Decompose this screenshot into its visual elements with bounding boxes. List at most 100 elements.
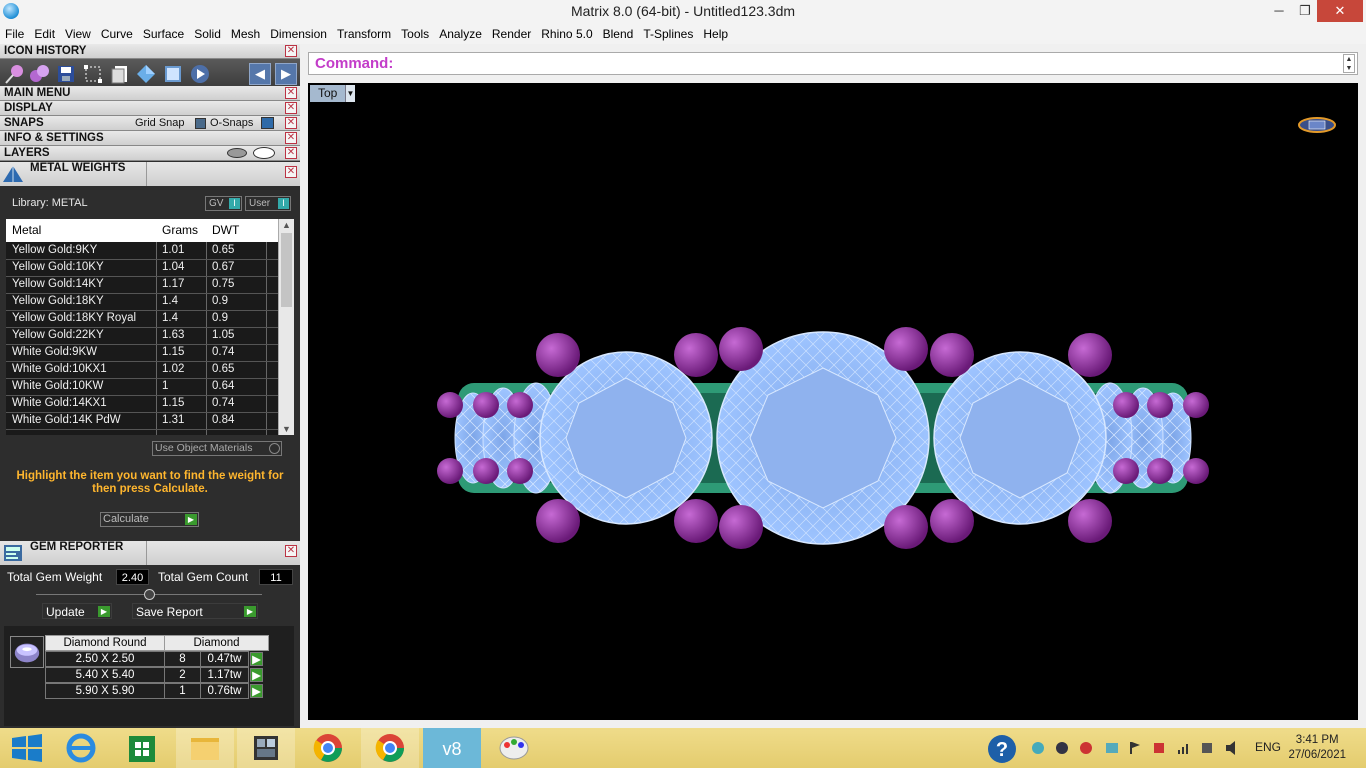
menu-render[interactable]: Render: [487, 24, 536, 44]
menu-tools[interactable]: Tools: [396, 24, 434, 44]
save-icon[interactable]: [55, 63, 77, 85]
table-row[interactable]: Yellow Gold:18KY 1.4 0.9: [6, 294, 278, 311]
store-icon[interactable]: [113, 728, 171, 768]
transform-tool-icon[interactable]: [82, 63, 104, 85]
back-arrow-icon[interactable]: ◀: [249, 63, 271, 85]
matrix-app-icon[interactable]: [237, 728, 295, 768]
display-header[interactable]: DISPLAY ✕: [0, 101, 300, 116]
splitter-handle[interactable]: [144, 589, 155, 600]
close-icon[interactable]: ✕: [285, 147, 297, 159]
table-row[interactable]: Yellow Gold:14KY 1.17 0.75: [6, 277, 278, 294]
icon-history-header[interactable]: ICON HISTORY ✕: [0, 44, 300, 59]
gem-size[interactable]: 5.40 X 5.40: [45, 667, 165, 683]
menu-view[interactable]: View: [60, 24, 96, 44]
scroll-down-icon[interactable]: ▼: [281, 424, 292, 434]
menu-help[interactable]: Help: [698, 24, 733, 44]
chevron-down-icon[interactable]: ▼: [345, 85, 355, 102]
menu-mesh[interactable]: Mesh: [226, 24, 265, 44]
table-row[interactable]: White Gold:9KW 1.15 0.74: [6, 345, 278, 362]
save-report-button[interactable]: Save Report ▶: [132, 603, 258, 619]
system-tray-icons[interactable]: [1030, 740, 1240, 756]
scroll-up-icon[interactable]: ▲: [281, 220, 292, 230]
gem-material-header: Diamond: [164, 635, 269, 651]
menu-blend[interactable]: Blend: [598, 24, 639, 44]
grams-value: 1.02: [162, 363, 185, 375]
play-arrow-icon[interactable]: ▶: [250, 684, 263, 698]
close-icon[interactable]: ✕: [285, 117, 297, 129]
menu-surface[interactable]: Surface: [138, 24, 189, 44]
help-icon[interactable]: ?: [986, 733, 1018, 765]
gem-size[interactable]: 5.90 X 5.90: [45, 683, 165, 699]
column-grams[interactable]: Grams: [162, 223, 198, 237]
paint-icon[interactable]: [485, 728, 543, 768]
chrome-icon[interactable]: [299, 728, 357, 768]
command-bar[interactable]: Command: ▲ ▼: [308, 52, 1358, 75]
metal-table-scrollbar[interactable]: ▲ ▼: [278, 219, 294, 435]
table-row[interactable]: White Gold:10KX1 1.02 0.65: [6, 362, 278, 379]
menu-tsplines[interactable]: T-Splines: [638, 24, 698, 44]
play-icon[interactable]: [189, 63, 211, 85]
paint-tool-icon[interactable]: [3, 63, 25, 85]
spheres-tool-icon[interactable]: [28, 63, 50, 85]
column-dwt[interactable]: DWT: [212, 223, 239, 237]
close-icon[interactable]: ✕: [285, 166, 297, 178]
info-settings-header[interactable]: INFO & SETTINGS ✕: [0, 131, 300, 146]
close-icon[interactable]: ✕: [285, 545, 297, 557]
diamond-round-icon[interactable]: [10, 636, 44, 668]
table-row[interactable]: Yellow Gold:9KY 1.01 0.65: [6, 243, 278, 260]
table-row[interactable]: White Gold:10KW 1 0.64: [6, 379, 278, 396]
menu-transform[interactable]: Transform: [332, 24, 396, 44]
grid-snap-toggle[interactable]: [195, 118, 206, 129]
table-row[interactable]: Yellow Gold:18KY Royal 1.4 0.9: [6, 311, 278, 328]
menu-analyze[interactable]: Analyze: [434, 24, 487, 44]
view-cube-icon[interactable]: [1297, 116, 1337, 134]
play-arrow-icon[interactable]: ▶: [250, 668, 263, 682]
file-explorer-icon[interactable]: [176, 728, 234, 768]
vectorworks-icon[interactable]: v8: [423, 728, 481, 768]
user-toggle[interactable]: User I: [245, 196, 291, 211]
command-history-spinner[interactable]: ▲ ▼: [1343, 54, 1355, 73]
o-snaps-toggle[interactable]: [261, 117, 274, 129]
viewport-label[interactable]: Top ▼: [310, 85, 355, 102]
menu-solid[interactable]: Solid: [189, 24, 226, 44]
update-button[interactable]: Update ▶: [42, 603, 112, 619]
table-row[interactable]: White Gold:14K PdW 1.31 0.84: [6, 413, 278, 430]
forward-arrow-icon[interactable]: ▶: [275, 63, 297, 85]
viewport-top[interactable]: Top ▼: [308, 83, 1358, 720]
gem-size[interactable]: 2.50 X 2.50: [45, 651, 165, 667]
menu-file[interactable]: File: [0, 24, 29, 44]
language-indicator[interactable]: ENG: [1255, 740, 1281, 754]
eye-icon[interactable]: [253, 147, 275, 159]
render-icon[interactable]: [162, 63, 184, 85]
menu-edit[interactable]: Edit: [29, 24, 60, 44]
menu-curve[interactable]: Curve: [96, 24, 138, 44]
document-icon[interactable]: [109, 63, 131, 85]
windows-start-icon[interactable]: [0, 728, 58, 768]
calculate-button[interactable]: Calculate ▶: [100, 512, 199, 527]
main-menu-header[interactable]: MAIN MENU ✕: [0, 86, 300, 101]
table-row[interactable]: White Gold:14KX1 1.15 0.74: [6, 396, 278, 413]
use-object-materials-toggle[interactable]: Use Object Materials: [152, 441, 282, 456]
chrome-icon[interactable]: [361, 728, 419, 768]
clock[interactable]: 3:41 PM 27/06/2021: [1288, 733, 1346, 763]
menu-dimension[interactable]: Dimension: [265, 24, 332, 44]
gv-toggle[interactable]: GV I: [205, 196, 242, 211]
scroll-thumb[interactable]: [281, 233, 292, 307]
ring-model[interactable]: [428, 323, 1228, 553]
close-icon[interactable]: ✕: [285, 45, 297, 57]
dwt-value: 0.65: [212, 363, 235, 375]
internet-explorer-icon[interactable]: [52, 728, 110, 768]
close-button[interactable]: ✕: [1317, 0, 1363, 22]
play-arrow-icon[interactable]: ▶: [250, 652, 263, 666]
close-icon[interactable]: ✕: [285, 102, 297, 114]
layer-visibility-icon[interactable]: [227, 148, 247, 158]
table-row[interactable]: Yellow Gold:10KY 1.04 0.67: [6, 260, 278, 277]
gem-tool-icon[interactable]: [135, 63, 157, 85]
close-icon[interactable]: ✕: [285, 132, 297, 144]
snaps-header[interactable]: SNAPS Grid Snap O-Snaps ✕: [0, 116, 300, 131]
table-row[interactable]: Yellow Gold:22KY 1.63 1.05: [6, 328, 278, 345]
column-metal[interactable]: Metal: [12, 223, 41, 237]
layers-header[interactable]: LAYERS ✕: [0, 146, 300, 161]
menu-rhino[interactable]: Rhino 5.0: [536, 24, 597, 44]
close-icon[interactable]: ✕: [285, 87, 297, 99]
